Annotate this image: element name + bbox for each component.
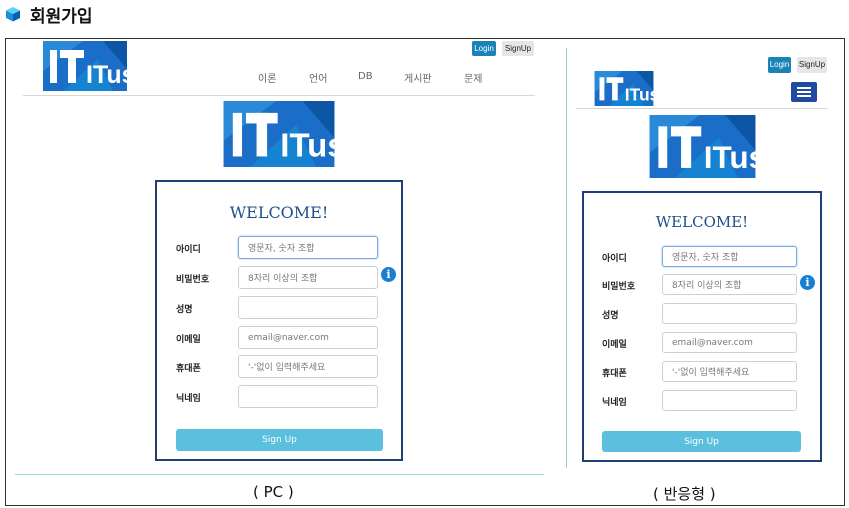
nickname-input[interactable] [238, 385, 378, 408]
id-input[interactable]: 영문자, 숫자 조합 [238, 236, 378, 259]
email-input[interactable]: email@naver.com [238, 326, 378, 349]
itus-logo-large: ITus [223, 101, 338, 167]
mobile-label-phone: 휴대폰 [602, 369, 627, 379]
label-password: 비밀번호 [176, 275, 210, 285]
signup-submit-button[interactable]: Sign Up [176, 429, 383, 451]
mobile-password-input[interactable]: 8자리 이상의 조합 [662, 274, 797, 295]
mobile-login-button[interactable]: Login [768, 57, 791, 73]
mobile-email-input[interactable]: email@naver.com [662, 332, 797, 353]
mobile-itus-logo[interactable]: ITus [594, 71, 654, 106]
signup-card [155, 180, 403, 461]
label-email: 이메일 [176, 335, 201, 345]
mobile-signup-button[interactable]: SignUp [797, 57, 827, 73]
info-icon[interactable]: i [381, 267, 396, 282]
mobile-label-email: 이메일 [602, 340, 627, 350]
login-button[interactable]: Login [472, 41, 496, 56]
cube-icon [6, 7, 20, 22]
page-heading: 회원가입 [30, 7, 93, 27]
nav-item-board[interactable]: 게시판 [404, 70, 432, 85]
mobile-name-input[interactable] [662, 303, 797, 324]
mobile-label-name: 성명 [602, 311, 619, 321]
password-input[interactable]: 8자리 이상의 조합 [238, 266, 378, 289]
header-divider [23, 95, 535, 96]
mobile-signup-card [582, 191, 822, 462]
name-input[interactable] [238, 296, 378, 319]
mobile-id-input[interactable]: 영문자, 숫자 조합 [662, 246, 797, 267]
mobile-itus-logo-large: ITus [649, 115, 759, 178]
mobile-welcome-title: WELCOME! [655, 213, 749, 231]
mobile-nickname-input[interactable] [662, 390, 797, 411]
pc-bottom-divider [15, 474, 544, 475]
nav-item-db[interactable]: DB [358, 71, 373, 82]
label-phone: 휴대폰 [176, 364, 201, 374]
caption-mobile: ( 반응형 ) [653, 485, 716, 503]
vertical-divider [566, 48, 567, 468]
mobile-label-password: 비밀번호 [602, 282, 636, 292]
mobile-signup-submit-button[interactable]: Sign Up [602, 431, 801, 452]
label-nickname: 닉네임 [176, 394, 201, 404]
nav-item-theory[interactable]: 이론 [258, 70, 276, 85]
itus-logo[interactable]: ITus [43, 41, 127, 91]
nav-item-language[interactable]: 언어 [309, 70, 327, 85]
svg-text:ITus: ITus [280, 126, 338, 163]
caption-pc: ( PC ) [253, 483, 294, 501]
welcome-title: WELCOME! [229, 203, 329, 222]
mobile-phone-input[interactable]: '-'없이 입력해주세요 [662, 361, 797, 382]
label-id: 아이디 [176, 245, 201, 255]
svg-text:ITus: ITus [625, 84, 654, 104]
nav-item-problems[interactable]: 문제 [464, 70, 482, 85]
phone-input[interactable]: '-'없이 입력해주세요 [238, 355, 378, 378]
logo-text: ITus [86, 61, 127, 89]
hamburger-menu-icon[interactable] [791, 82, 817, 102]
mobile-label-id: 아이디 [602, 254, 627, 264]
svg-text:ITus: ITus [704, 139, 759, 175]
mobile-header-divider [576, 108, 828, 109]
signup-button[interactable]: SignUp [502, 41, 534, 56]
label-name: 성명 [176, 305, 193, 315]
mobile-label-nickname: 닉네임 [602, 398, 627, 408]
mobile-info-icon[interactable]: i [800, 275, 815, 290]
